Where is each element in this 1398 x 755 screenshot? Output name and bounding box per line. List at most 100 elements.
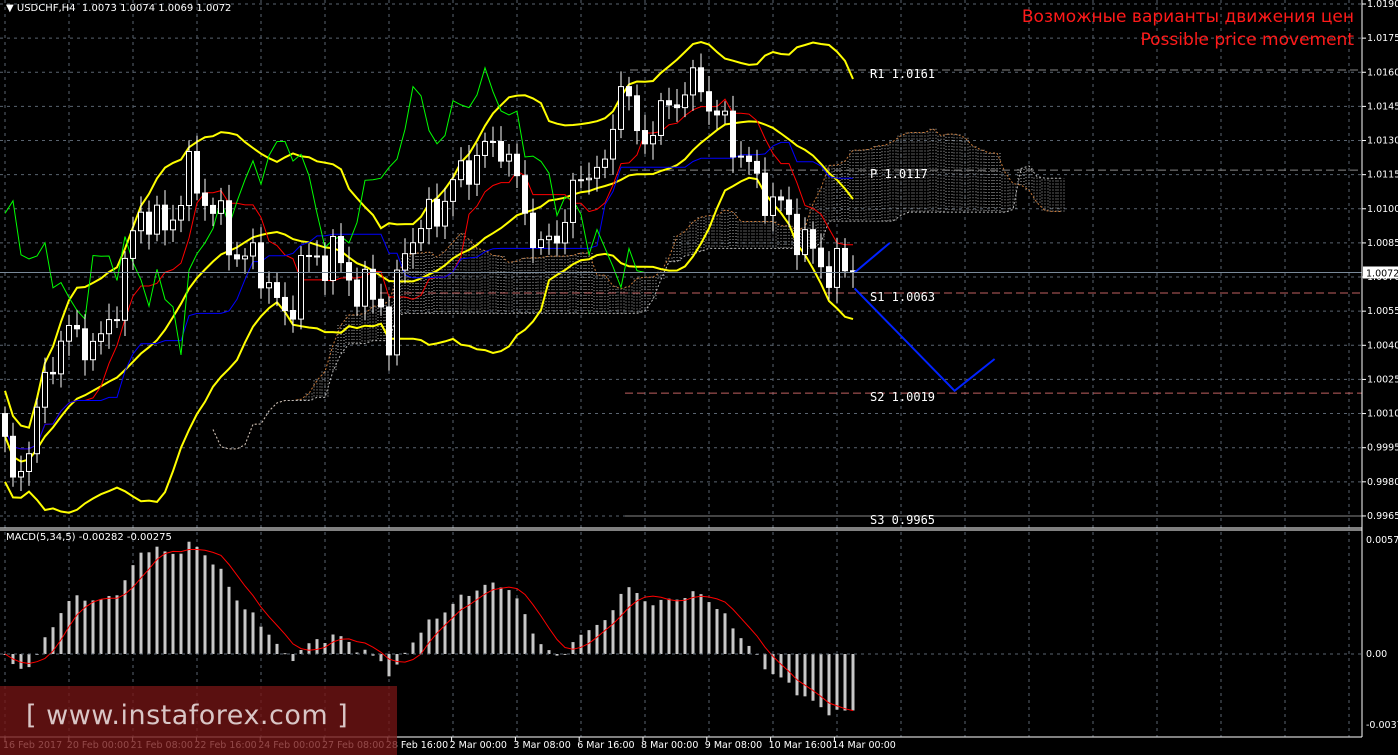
candle-body — [554, 235, 560, 244]
candle-body — [538, 239, 544, 248]
macd-histogram-bar — [259, 626, 263, 654]
candle-body — [770, 196, 776, 216]
candle — [642, 114, 648, 154]
macd-histogram-bar — [43, 637, 47, 654]
candle-body — [746, 155, 752, 162]
candle-body — [282, 296, 288, 311]
price-tick-label: 1.0115 — [1367, 170, 1398, 181]
candle — [370, 254, 376, 314]
candle-body — [50, 371, 56, 375]
candle — [706, 75, 712, 125]
candle-body — [666, 100, 672, 106]
candle — [506, 143, 512, 177]
candle — [58, 330, 64, 388]
price-tick-label: 1.0175 — [1367, 33, 1398, 44]
macd-histogram-bar — [531, 633, 535, 654]
candle — [730, 95, 736, 173]
candle-body — [266, 282, 272, 289]
candle — [114, 306, 120, 329]
macd-histogram-bar — [619, 593, 623, 654]
macd-histogram-bar — [499, 587, 503, 654]
candle-body — [618, 86, 624, 130]
time-tick-label: 9 Mar 08:00 — [705, 740, 762, 751]
price-tick-label: 1.0190 — [1367, 0, 1398, 10]
candle — [50, 357, 56, 385]
macd-histogram-bar — [363, 649, 367, 654]
candle — [98, 321, 104, 355]
macd-histogram-bar — [283, 653, 287, 655]
candle — [146, 200, 152, 250]
candle — [490, 126, 496, 157]
candle-body — [138, 211, 144, 232]
candle-body — [18, 470, 24, 478]
candle — [394, 259, 400, 366]
macd-histogram-bar — [571, 642, 575, 654]
macd-histogram-bar — [27, 654, 31, 668]
candle-body — [794, 213, 800, 256]
macd-histogram-bar — [667, 598, 671, 654]
macd-histogram-bar — [123, 580, 127, 654]
candle-body — [234, 254, 240, 260]
candle — [450, 172, 456, 217]
candle-body — [466, 160, 472, 185]
candle — [746, 146, 752, 175]
macd-histogram-bar — [515, 598, 519, 654]
candle-body — [210, 204, 216, 214]
candle-body — [690, 67, 696, 96]
time-tick-label: 14 Mar 00:00 — [832, 740, 895, 751]
candle — [250, 228, 256, 270]
candle — [106, 303, 112, 349]
macd-histogram-bar — [307, 643, 311, 654]
macd-histogram-bar — [59, 613, 63, 654]
macd-histogram-bar — [91, 600, 95, 654]
candle-body — [418, 228, 424, 244]
candle-body — [570, 179, 576, 223]
candle-body — [434, 198, 440, 227]
candle-body — [778, 196, 784, 201]
price-tick-label: 1.0025 — [1367, 374, 1398, 385]
macd-histogram-bar — [611, 610, 615, 654]
macd-histogram-bar — [691, 591, 695, 654]
candle-body — [818, 247, 824, 268]
macd-histogram-bar — [315, 639, 319, 654]
price-tick-label: 1.0040 — [1367, 340, 1398, 351]
title-en: Possible price movement — [1140, 30, 1354, 50]
macd-tick-label: 0.00 — [1366, 649, 1387, 660]
candle-body — [98, 333, 104, 342]
candle-body — [202, 192, 208, 206]
macd-histogram-bar — [155, 546, 159, 654]
macd-tick-label: -0.00378 — [1366, 720, 1398, 731]
candle — [2, 406, 8, 453]
candle — [258, 227, 264, 299]
time-tick-label: 2 Mar 00:00 — [450, 740, 507, 751]
macd-histogram-bar — [395, 654, 399, 665]
candle — [474, 143, 480, 197]
price-tick-label: 1.0055 — [1367, 306, 1398, 317]
candle-body — [130, 230, 136, 259]
candle-body — [34, 406, 40, 455]
candle — [602, 149, 608, 179]
price-tick-label: 0.9980 — [1367, 477, 1398, 488]
candle-body — [506, 153, 512, 162]
candle-body — [250, 242, 256, 257]
candle-body — [378, 298, 384, 308]
candle-body — [370, 268, 376, 300]
candle-body — [546, 235, 552, 241]
macd-histogram-bar — [267, 634, 271, 654]
candle — [90, 333, 96, 371]
candle-body — [162, 204, 168, 231]
candle — [322, 242, 328, 295]
macd-histogram-bar — [835, 654, 839, 710]
candle — [498, 126, 504, 169]
candle-body — [306, 254, 312, 257]
candle-body — [674, 104, 680, 109]
macd-histogram-bar — [195, 546, 199, 654]
candle — [66, 314, 72, 356]
macd-histogram-bar — [107, 596, 111, 654]
macd-histogram-bar — [99, 599, 103, 654]
candle — [282, 282, 288, 326]
candle-body — [386, 306, 392, 356]
pivot-label-r1: R1 1.0161 — [870, 67, 935, 81]
candle — [626, 76, 632, 111]
time-tick-label: 3 Mar 08:00 — [513, 740, 570, 751]
